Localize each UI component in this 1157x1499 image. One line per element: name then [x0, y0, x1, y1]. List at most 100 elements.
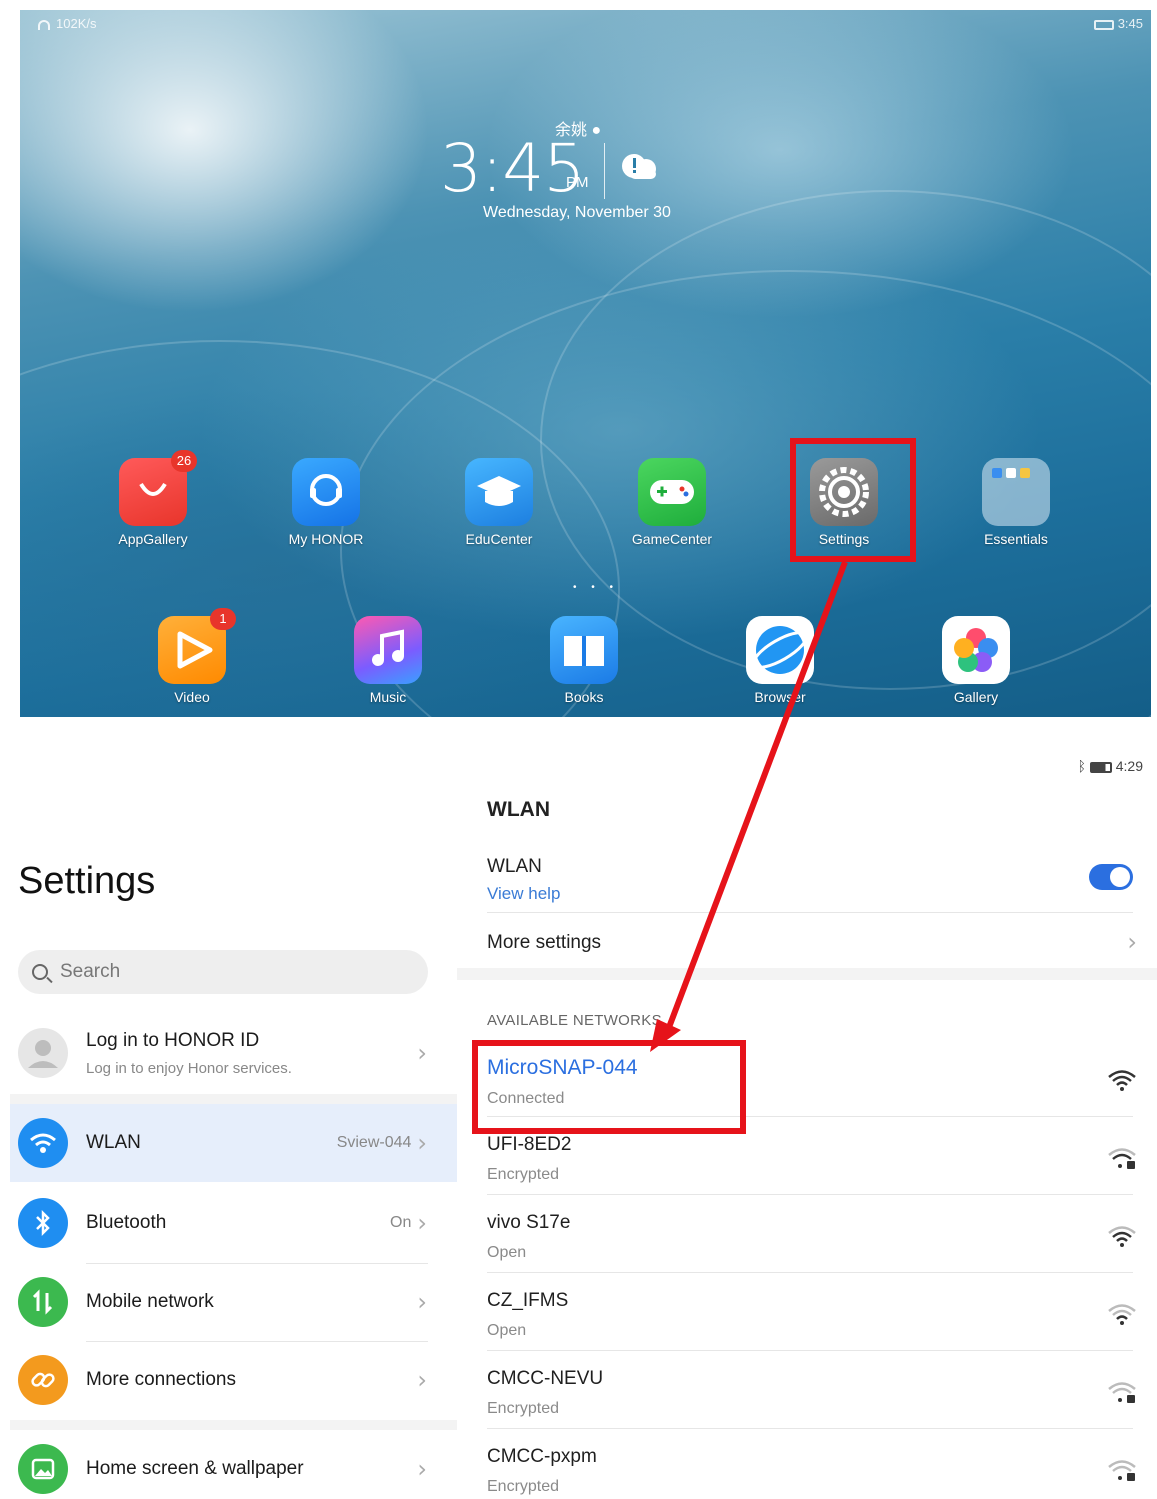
app-my-honor[interactable]: My HONOR: [266, 458, 386, 547]
chevron-right-icon: ›: [417, 1129, 427, 1157]
app-label: My HONOR: [288, 531, 364, 547]
my-honor-icon: [292, 458, 360, 526]
app-label: Books: [564, 689, 604, 705]
app-music[interactable]: Music: [328, 616, 448, 705]
app-label: Music: [369, 689, 407, 705]
sidebar-item-value: Sview-044: [336, 1134, 412, 1151]
bluetooth-status-icon: ᛒ: [1077, 758, 1086, 774]
wifi-status-icon: [38, 19, 50, 30]
network-item[interactable]: vivo S17e Open: [487, 1212, 1133, 1262]
appgallery-icon: 26: [119, 450, 197, 526]
wifi-locked-icon: [1108, 1460, 1136, 1481]
app-gamecenter[interactable]: GameCenter: [612, 458, 732, 547]
network-name: CMCC-NEVU: [487, 1368, 604, 1389]
network-item[interactable]: UFI-8ED2 Encrypted: [487, 1134, 1133, 1184]
more-settings-row[interactable]: More settings: [487, 932, 1133, 954]
app-label: AppGallery: [118, 531, 188, 547]
app-appgallery[interactable]: 26 AppGallery: [93, 450, 213, 547]
divider: [487, 1272, 1133, 1273]
music-icon: [354, 616, 422, 684]
toggle-knob: [1110, 867, 1130, 887]
page-indicator[interactable]: • • •: [573, 582, 619, 593]
clock-date: Wednesday, November 30: [483, 204, 671, 221]
divider: [487, 912, 1133, 913]
available-networks-header: AVAILABLE NETWORKS: [487, 1012, 662, 1029]
wlan-panel: WLAN WLAN View help More settings › AVAI…: [457, 778, 1157, 1499]
network-item[interactable]: CZ_IFMS Open: [487, 1290, 1133, 1340]
app-gallery[interactable]: Gallery: [916, 616, 1036, 705]
battery-icon: [1089, 761, 1112, 773]
app-label: Browser: [754, 689, 806, 705]
divider: [487, 1350, 1133, 1351]
sidebar-item-home-screen[interactable]: Home screen & wallpaper ›: [10, 1430, 457, 1499]
account-subtitle: Log in to enjoy Honor services.: [86, 1059, 292, 1077]
chevron-right-icon: ›: [417, 1366, 427, 1394]
wifi-locked-icon: [1108, 1148, 1136, 1169]
app-label: Gallery: [953, 689, 999, 705]
app-video[interactable]: 1 Video: [132, 608, 252, 705]
network-speed: 102K/s: [56, 16, 97, 31]
wlan-toggle-row[interactable]: WLAN View help: [487, 856, 1133, 904]
network-name: vivo S17e: [487, 1212, 571, 1233]
network-name: CZ_IFMS: [487, 1290, 569, 1311]
app-books[interactable]: Books: [524, 616, 644, 705]
network-name: CMCC-pxpm: [487, 1446, 597, 1467]
sidebar-item-more-connections[interactable]: More connections ›: [10, 1341, 457, 1419]
status-time: 4:29: [1115, 758, 1143, 774]
link-icon: [18, 1355, 68, 1405]
avatar: [18, 1028, 68, 1078]
wlan-toggle-switch[interactable]: [1089, 864, 1133, 890]
location-pin-icon: ●: [591, 122, 602, 139]
sidebar-item-mobile-network[interactable]: Mobile network ›: [10, 1263, 457, 1341]
sidebar-item-label: Bluetooth: [86, 1212, 167, 1233]
more-settings-label: More settings: [487, 932, 602, 953]
sidebar-item-bluetooth[interactable]: Bluetooth On ›: [10, 1184, 457, 1262]
clock-ampm: PM: [566, 174, 589, 191]
gallery-icon: [942, 616, 1010, 684]
chevron-right-icon: ›: [1127, 928, 1137, 956]
app-educenter[interactable]: EduCenter: [439, 458, 559, 547]
books-icon: [550, 616, 618, 684]
search-placeholder: Search: [60, 961, 121, 982]
wlan-title: WLAN: [487, 798, 550, 821]
sidebar-item-label: Mobile network: [86, 1291, 214, 1312]
battery-icon: [1093, 19, 1114, 30]
network-item[interactable]: CMCC-pxpm Encrypted: [487, 1446, 1133, 1496]
clock-time: 3:45: [440, 130, 585, 207]
browser-icon: [746, 616, 814, 684]
app-label: GameCenter: [631, 531, 713, 547]
essentials-folder-icon: [982, 458, 1050, 526]
chevron-right-icon: ›: [417, 1039, 427, 1067]
app-label: Video: [174, 689, 210, 705]
status-bar-left: 102K/s: [38, 16, 96, 31]
search-icon: [32, 964, 48, 980]
view-help-link[interactable]: View help: [487, 884, 1133, 904]
app-label: EduCenter: [465, 531, 533, 547]
home-screen: 102K/s 3:45 余姚 ● 3:45 PM Wednesday, Nove…: [20, 10, 1151, 717]
network-status: Encrypted: [487, 1478, 560, 1495]
picture-icon: [18, 1444, 68, 1494]
wifi-locked-icon: [1108, 1382, 1136, 1403]
network-status: Open: [487, 1322, 527, 1339]
honor-id-login[interactable]: Log in to HONOR ID Log in to enjoy Honor…: [10, 1022, 457, 1084]
network-item[interactable]: CMCC-NEVU Encrypted: [487, 1368, 1133, 1418]
app-browser[interactable]: Browser: [720, 616, 840, 705]
chevron-right-icon: ›: [417, 1288, 427, 1316]
search-input[interactable]: Search: [18, 950, 428, 994]
app-essentials[interactable]: Essentials: [956, 458, 1076, 547]
sidebar-item-label: More connections: [86, 1369, 236, 1390]
network-name: UFI-8ED2: [487, 1134, 572, 1155]
settings-highlight-box: [790, 438, 916, 562]
notification-badge: 1: [210, 608, 236, 630]
status-bar-right: ᛒ 4:29: [1078, 758, 1143, 774]
chevron-right-icon: ›: [417, 1455, 427, 1483]
divider: [487, 1194, 1133, 1195]
sidebar-item-wlan[interactable]: WLAN Sview-044 ›: [10, 1104, 457, 1182]
gamecenter-icon: [638, 458, 706, 526]
status-bar-right: 3:45: [1093, 16, 1143, 31]
notification-badge: 26: [171, 450, 197, 472]
clock-divider: [604, 143, 605, 199]
page-title: Settings: [18, 860, 156, 902]
section-divider: [10, 1420, 457, 1430]
weather-cloud-icon: [622, 154, 656, 179]
